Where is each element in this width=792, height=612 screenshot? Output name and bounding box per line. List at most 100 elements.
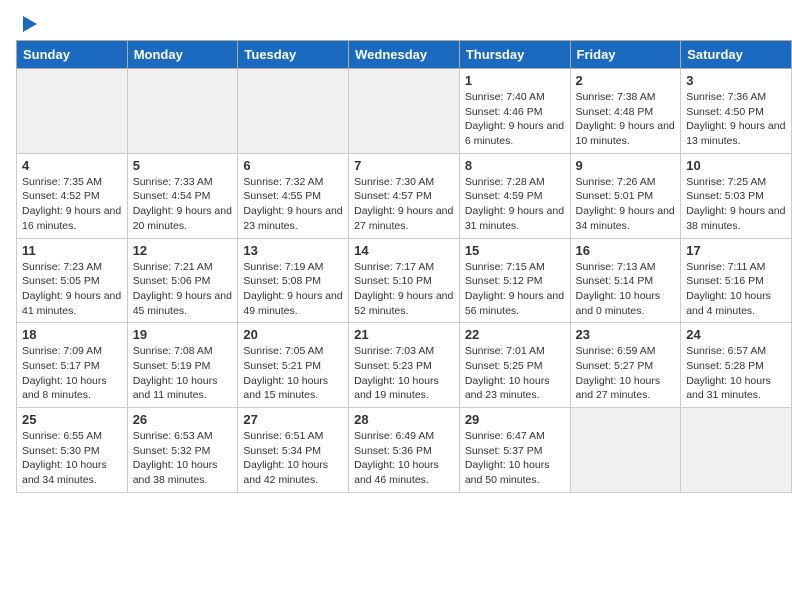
day-info: Sunrise: 7:38 AM Sunset: 4:48 PM Dayligh…	[576, 90, 676, 149]
calendar-week-row: 25Sunrise: 6:55 AM Sunset: 5:30 PM Dayli…	[17, 408, 792, 493]
calendar-cell: 22 Sunrise: 7:01 AM Sunset: 5:25 PM Dayli…	[459, 323, 570, 408]
calendar-header-thursday: Thursday	[459, 41, 570, 69]
calendar-header-saturday: Saturday	[681, 41, 792, 69]
day-info: Sunrise: 7:30 AM Sunset: 4:57 PM Dayligh…	[354, 175, 454, 234]
day-number: 27	[243, 412, 343, 427]
calendar-wrap: SundayMondayTuesdayWednesdayThursdayFrid…	[0, 40, 792, 501]
calendar-cell: 12 Sunrise: 7:21 AM Sunset: 5:06 PM Dayli…	[127, 238, 238, 323]
calendar-cell: 17 Sunrise: 7:11 AM Sunset: 5:16 PM Dayli…	[681, 238, 792, 323]
calendar-cell: 25Sunrise: 6:55 AM Sunset: 5:30 PM Dayli…	[17, 408, 128, 493]
day-info: Sunrise: 7:11 AM Sunset: 5:16 PM Dayligh…	[686, 260, 786, 319]
calendar-header-friday: Friday	[570, 41, 681, 69]
calendar-cell: 13Sunrise: 7:19 AM Sunset: 5:08 PM Dayli…	[238, 238, 349, 323]
calendar-cell: 11 Sunrise: 7:23 AM Sunset: 5:05 PM Dayli…	[17, 238, 128, 323]
calendar-cell: 18 Sunrise: 7:09 AM Sunset: 5:17 PM Dayli…	[17, 323, 128, 408]
day-number: 29	[465, 412, 565, 427]
day-info: Sunrise: 7:26 AM Sunset: 5:01 PM Dayligh…	[576, 175, 676, 234]
calendar-week-row: 18 Sunrise: 7:09 AM Sunset: 5:17 PM Dayli…	[17, 323, 792, 408]
day-info: Sunrise: 7:09 AM Sunset: 5:17 PM Dayligh…	[22, 344, 122, 403]
day-number: 9	[576, 158, 676, 173]
calendar-cell: 21 Sunrise: 7:03 AM Sunset: 5:23 PM Dayli…	[349, 323, 460, 408]
calendar-header-wednesday: Wednesday	[349, 41, 460, 69]
calendar-header-row: SundayMondayTuesdayWednesdayThursdayFrid…	[17, 41, 792, 69]
day-info: Sunrise: 7:17 AM Sunset: 5:10 PM Dayligh…	[354, 260, 454, 319]
calendar-week-row: 11 Sunrise: 7:23 AM Sunset: 5:05 PM Dayli…	[17, 238, 792, 323]
day-number: 14	[354, 243, 454, 258]
calendar-header-monday: Monday	[127, 41, 238, 69]
day-number: 26	[133, 412, 233, 427]
header	[0, 0, 792, 40]
day-info: Sunrise: 6:59 AM Sunset: 5:27 PM Dayligh…	[576, 344, 676, 403]
day-number: 11	[22, 243, 122, 258]
day-info: Sunrise: 7:03 AM Sunset: 5:23 PM Dayligh…	[354, 344, 454, 403]
calendar-cell: 5 Sunrise: 7:33 AM Sunset: 4:54 PM Daylig…	[127, 153, 238, 238]
day-number: 3	[686, 73, 786, 88]
day-info: Sunrise: 6:51 AM Sunset: 5:34 PM Dayligh…	[243, 429, 343, 488]
calendar-cell: 8 Sunrise: 7:28 AM Sunset: 4:59 PM Daylig…	[459, 153, 570, 238]
day-info: Sunrise: 7:36 AM Sunset: 4:50 PM Dayligh…	[686, 90, 786, 149]
day-number: 25	[22, 412, 122, 427]
calendar-cell: 14 Sunrise: 7:17 AM Sunset: 5:10 PM Dayli…	[349, 238, 460, 323]
day-number: 4	[22, 158, 122, 173]
calendar-cell: 6 Sunrise: 7:32 AM Sunset: 4:55 PM Daylig…	[238, 153, 349, 238]
calendar-cell: 3 Sunrise: 7:36 AM Sunset: 4:50 PM Daylig…	[681, 69, 792, 154]
calendar-cell: 16Sunrise: 7:13 AM Sunset: 5:14 PM Dayli…	[570, 238, 681, 323]
day-number: 20	[243, 327, 343, 342]
calendar-cell	[349, 69, 460, 154]
day-number: 6	[243, 158, 343, 173]
calendar-week-row: 1 Sunrise: 7:40 AM Sunset: 4:46 PM Daylig…	[17, 69, 792, 154]
calendar-cell: 26 Sunrise: 6:53 AM Sunset: 5:32 PM Dayli…	[127, 408, 238, 493]
calendar-week-row: 4 Sunrise: 7:35 AM Sunset: 4:52 PM Daylig…	[17, 153, 792, 238]
calendar-cell	[238, 69, 349, 154]
day-info: Sunrise: 7:21 AM Sunset: 5:06 PM Dayligh…	[133, 260, 233, 319]
day-info: Sunrise: 6:57 AM Sunset: 5:28 PM Dayligh…	[686, 344, 786, 403]
day-info: Sunrise: 6:49 AM Sunset: 5:36 PM Dayligh…	[354, 429, 454, 488]
calendar-cell: 1 Sunrise: 7:40 AM Sunset: 4:46 PM Daylig…	[459, 69, 570, 154]
day-info: Sunrise: 7:05 AM Sunset: 5:21 PM Dayligh…	[243, 344, 343, 403]
day-number: 19	[133, 327, 233, 342]
calendar-header-tuesday: Tuesday	[238, 41, 349, 69]
day-number: 10	[686, 158, 786, 173]
logo-arrow-icon	[23, 16, 37, 32]
page-container: SundayMondayTuesdayWednesdayThursdayFrid…	[0, 0, 792, 501]
calendar-cell: 4 Sunrise: 7:35 AM Sunset: 4:52 PM Daylig…	[17, 153, 128, 238]
day-info: Sunrise: 7:25 AM Sunset: 5:03 PM Dayligh…	[686, 175, 786, 234]
calendar-cell: 19Sunrise: 7:08 AM Sunset: 5:19 PM Dayli…	[127, 323, 238, 408]
logo	[20, 16, 37, 32]
day-number: 23	[576, 327, 676, 342]
calendar-cell	[17, 69, 128, 154]
day-number: 24	[686, 327, 786, 342]
day-number: 18	[22, 327, 122, 342]
calendar-header-sunday: Sunday	[17, 41, 128, 69]
day-number: 2	[576, 73, 676, 88]
day-number: 7	[354, 158, 454, 173]
day-number: 1	[465, 73, 565, 88]
day-number: 5	[133, 158, 233, 173]
day-number: 8	[465, 158, 565, 173]
day-info: Sunrise: 7:23 AM Sunset: 5:05 PM Dayligh…	[22, 260, 122, 319]
calendar-cell	[127, 69, 238, 154]
day-info: Sunrise: 7:01 AM Sunset: 5:25 PM Dayligh…	[465, 344, 565, 403]
calendar-cell: 29 Sunrise: 6:47 AM Sunset: 5:37 PM Dayli…	[459, 408, 570, 493]
day-number: 12	[133, 243, 233, 258]
day-number: 21	[354, 327, 454, 342]
day-info: Sunrise: 7:28 AM Sunset: 4:59 PM Dayligh…	[465, 175, 565, 234]
calendar-cell: 7 Sunrise: 7:30 AM Sunset: 4:57 PM Daylig…	[349, 153, 460, 238]
calendar-table: SundayMondayTuesdayWednesdayThursdayFrid…	[16, 40, 792, 493]
calendar-cell: 20 Sunrise: 7:05 AM Sunset: 5:21 PM Dayli…	[238, 323, 349, 408]
day-info: Sunrise: 7:15 AM Sunset: 5:12 PM Dayligh…	[465, 260, 565, 319]
day-number: 28	[354, 412, 454, 427]
day-number: 15	[465, 243, 565, 258]
day-number: 17	[686, 243, 786, 258]
day-info: Sunrise: 7:35 AM Sunset: 4:52 PM Dayligh…	[22, 175, 122, 234]
day-info: Sunrise: 7:40 AM Sunset: 4:46 PM Dayligh…	[465, 90, 565, 149]
day-info: Sunrise: 6:53 AM Sunset: 5:32 PM Dayligh…	[133, 429, 233, 488]
day-number: 22	[465, 327, 565, 342]
calendar-cell: 28 Sunrise: 6:49 AM Sunset: 5:36 PM Dayli…	[349, 408, 460, 493]
day-number: 13	[243, 243, 343, 258]
calendar-cell: 15 Sunrise: 7:15 AM Sunset: 5:12 PM Dayli…	[459, 238, 570, 323]
day-info: Sunrise: 6:47 AM Sunset: 5:37 PM Dayligh…	[465, 429, 565, 488]
day-info: Sunrise: 7:13 AM Sunset: 5:14 PM Dayligh…	[576, 260, 676, 319]
day-info: Sunrise: 7:32 AM Sunset: 4:55 PM Dayligh…	[243, 175, 343, 234]
day-info: Sunrise: 7:33 AM Sunset: 4:54 PM Dayligh…	[133, 175, 233, 234]
